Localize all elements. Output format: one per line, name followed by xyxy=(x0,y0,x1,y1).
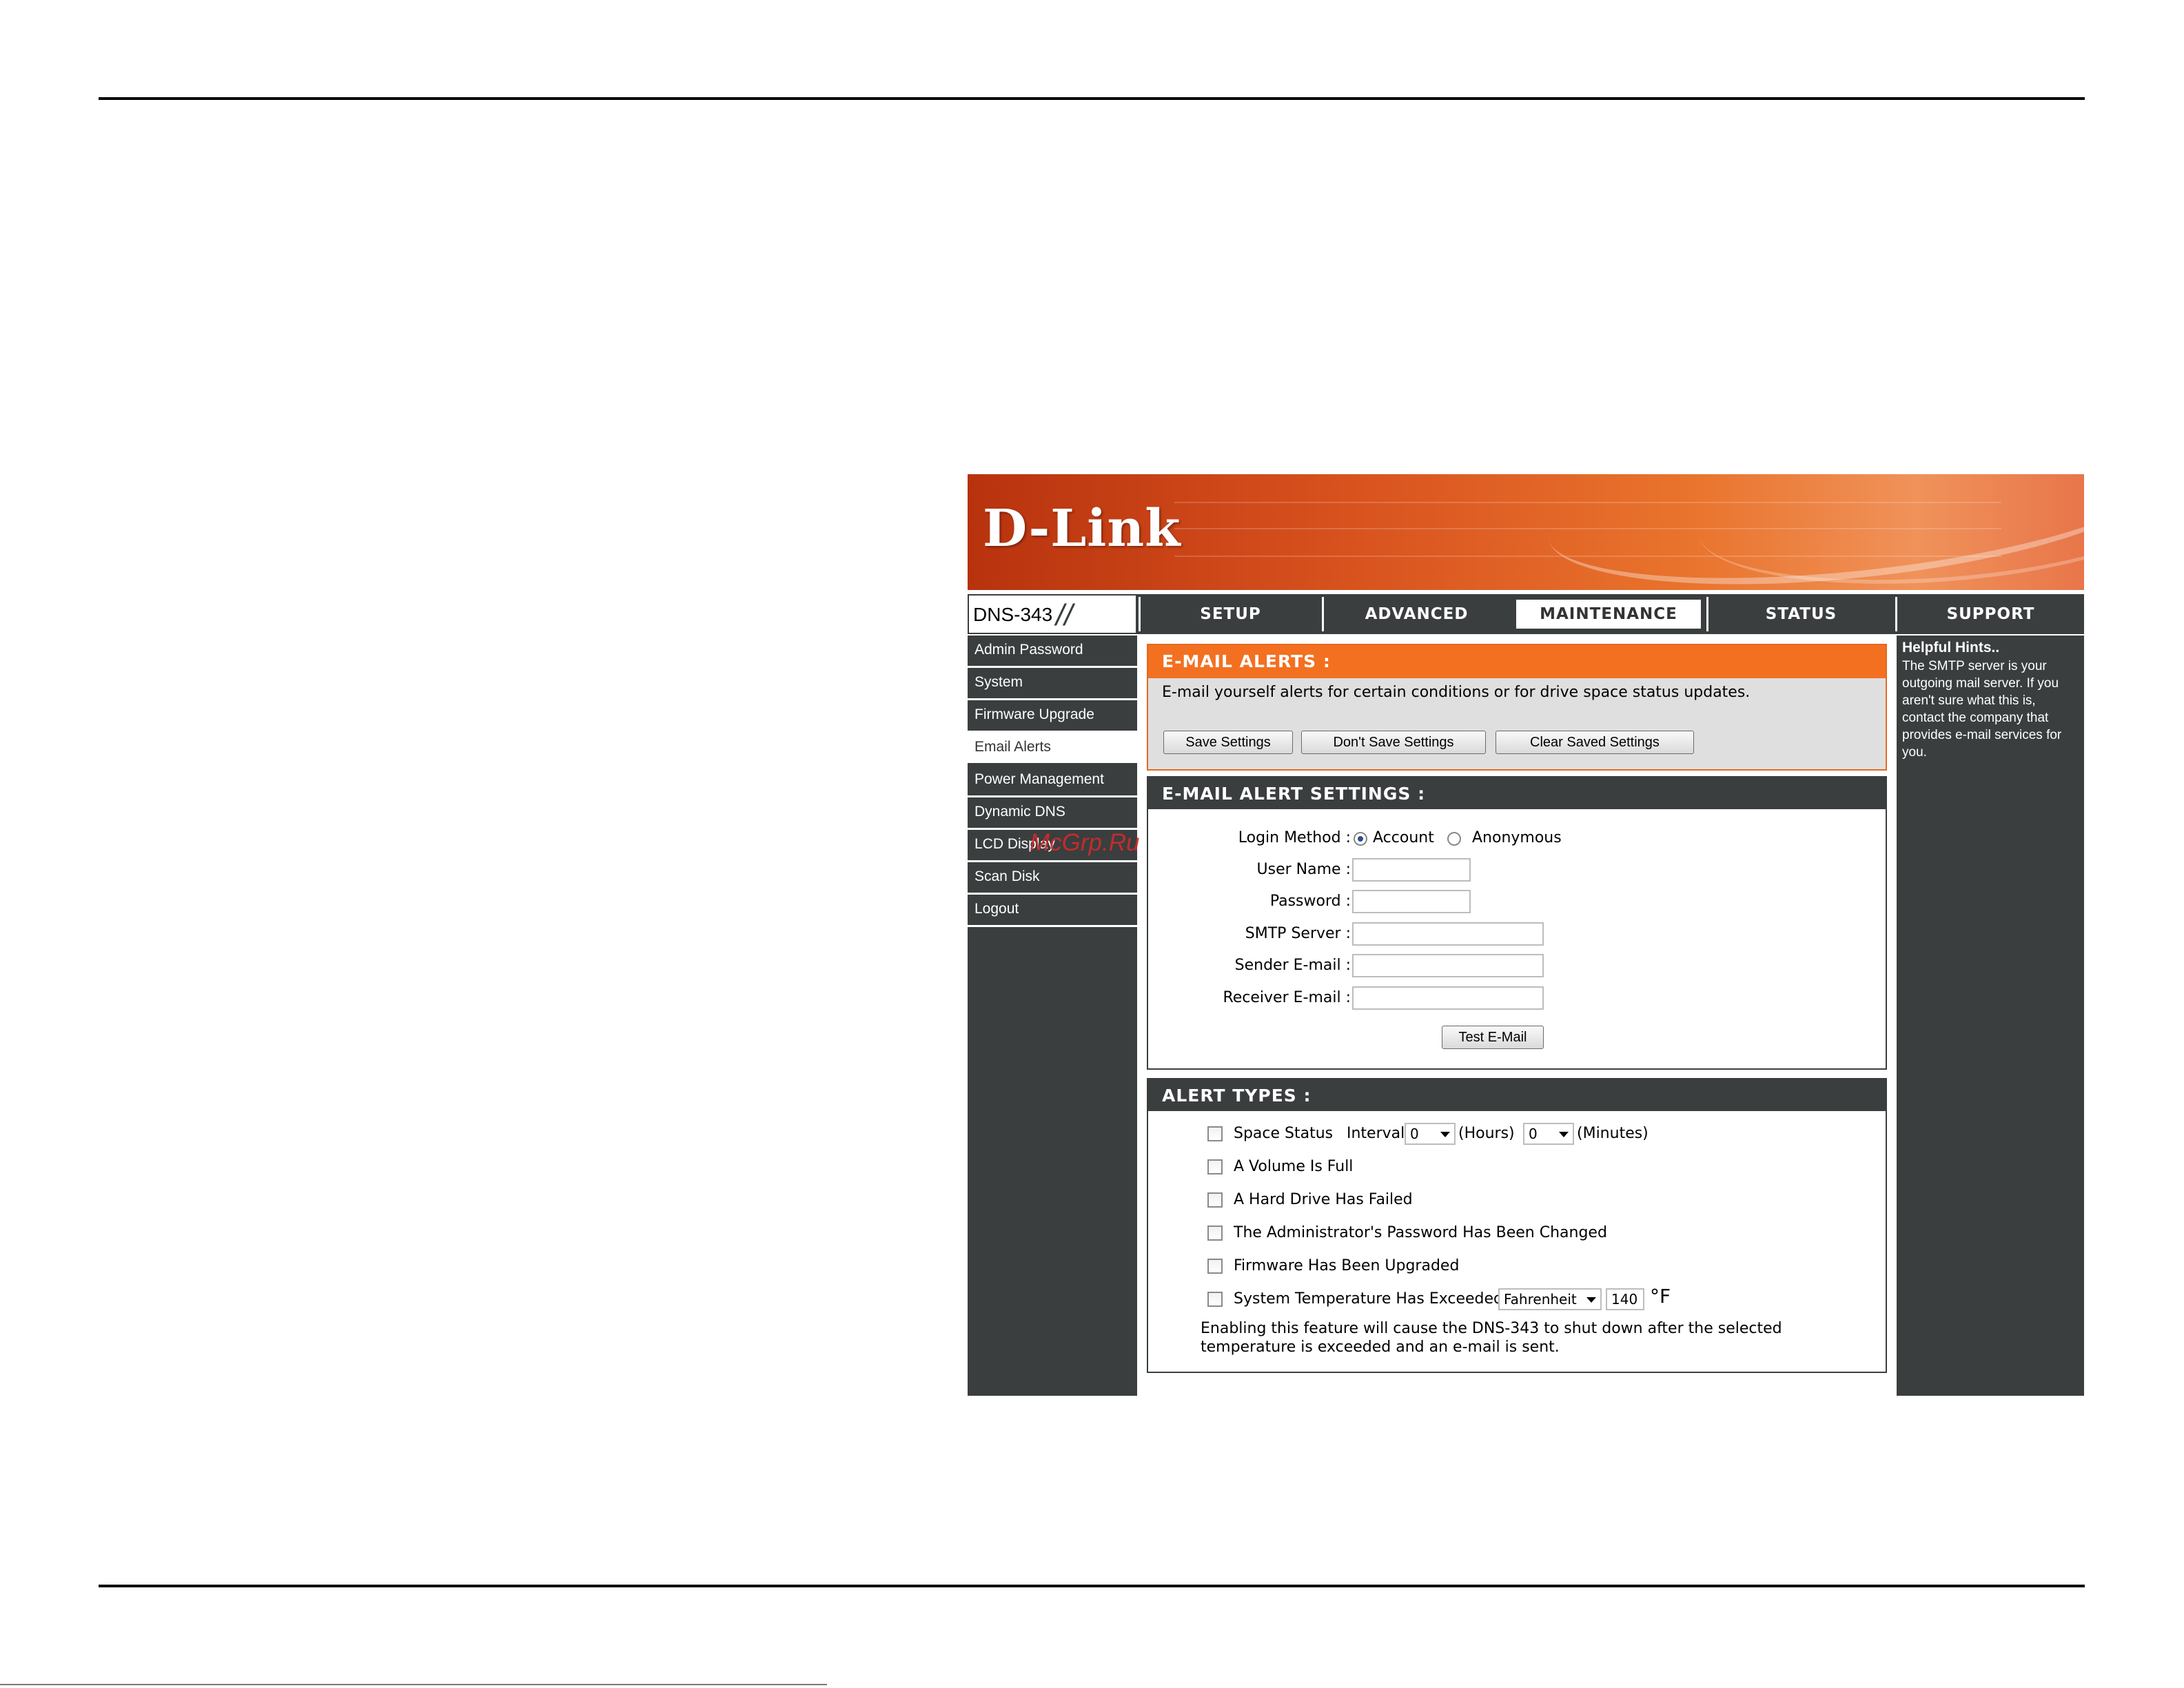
tab-setup[interactable]: SETUP xyxy=(1139,597,1320,631)
drive-failed-checkbox[interactable] xyxy=(1207,1192,1223,1208)
slash-decoration: // xyxy=(1056,598,1073,632)
tab-maintenance[interactable]: MAINTENANCE xyxy=(1513,597,1704,631)
chevron-down-icon xyxy=(1586,1297,1596,1303)
sidebar-item-admin-password[interactable]: Admin Password xyxy=(968,635,1137,668)
hours-value: 0 xyxy=(1410,1126,1419,1142)
panel-title: E-MAIL ALERT SETTINGS : xyxy=(1162,784,1426,804)
sidebar-item-firmware-upgrade[interactable]: Firmware Upgrade xyxy=(968,700,1137,733)
firmware-upgraded-checkbox[interactable] xyxy=(1207,1259,1223,1274)
panel-title: E-MAIL ALERTS : xyxy=(1162,651,1331,671)
receiver-email-row: Receiver E-mail : xyxy=(1148,984,1886,1012)
sidebar-item-system[interactable]: System xyxy=(968,668,1137,700)
interval-label: Interval: xyxy=(1347,1125,1410,1142)
temperature-note: Enabling this feature will cause the DNS… xyxy=(1201,1320,1782,1356)
drive-failed-label: A Hard Drive Has Failed xyxy=(1234,1191,1413,1208)
password-input[interactable] xyxy=(1352,890,1471,913)
minutes-value: 0 xyxy=(1529,1126,1538,1142)
temperature-unit-label: °F xyxy=(1650,1285,1671,1308)
test-email-button[interactable]: Test E-Mail xyxy=(1442,1026,1544,1049)
space-status-checkbox[interactable] xyxy=(1207,1126,1223,1141)
minutes-label: (Minutes) xyxy=(1577,1125,1649,1142)
tab-support[interactable]: SUPPORT xyxy=(1895,597,2084,631)
account-radio[interactable] xyxy=(1354,832,1367,846)
account-radio-label: Account xyxy=(1373,829,1434,846)
chevron-down-icon xyxy=(1559,1132,1569,1137)
volume-full-label: A Volume Is Full xyxy=(1234,1158,1354,1175)
save-settings-button[interactable]: Save Settings xyxy=(1163,731,1293,754)
sidebar-item-email-alerts[interactable]: Email Alerts xyxy=(968,733,1137,765)
user-name-row: User Name : xyxy=(1148,856,1886,884)
temperature-checkbox[interactable] xyxy=(1207,1292,1223,1307)
user-name-input[interactable] xyxy=(1352,858,1471,882)
user-name-label: User Name : xyxy=(1256,861,1351,878)
sidebar: Admin Password System Firmware Upgrade E… xyxy=(968,635,1137,1396)
sender-email-row: Sender E-mail : xyxy=(1148,952,1886,979)
tab-advanced[interactable]: ADVANCED xyxy=(1322,597,1509,631)
password-row: Password : xyxy=(1148,888,1886,915)
watermark: McGrp.Ru xyxy=(1030,829,1140,856)
receiver-email-label: Receiver E-mail : xyxy=(1223,989,1351,1006)
dlink-banner: D-Link xyxy=(968,474,2084,590)
login-method-label: Login Method : xyxy=(1238,829,1351,846)
tab-status[interactable]: STATUS xyxy=(1706,597,1894,631)
anonymous-radio[interactable] xyxy=(1447,832,1461,846)
top-navigation: DNS-343 // SETUP ADVANCED MAINTENANCE ST… xyxy=(968,594,2084,634)
sidebar-item-power-management[interactable]: Power Management xyxy=(968,765,1137,797)
email-alerts-panel: E-MAIL ALERTS : E-mail yourself alerts f… xyxy=(1147,644,1887,771)
model-label: DNS-343 // xyxy=(968,594,1137,634)
dlink-logo: D-Link xyxy=(983,499,1181,558)
anonymous-radio-label: Anonymous xyxy=(1472,829,1562,846)
clear-saved-settings-button[interactable]: Clear Saved Settings xyxy=(1496,731,1694,754)
bottom-rule xyxy=(99,1585,2085,1587)
panel-description: E-mail yourself alerts for certain condi… xyxy=(1162,684,1751,701)
model-name: DNS-343 xyxy=(973,604,1053,625)
minutes-select[interactable]: 0 xyxy=(1523,1123,1574,1145)
page-edge-line xyxy=(0,1684,827,1685)
hints-text: The SMTP server is your outgoing mail se… xyxy=(1902,659,2062,760)
hours-label: (Hours) xyxy=(1458,1125,1515,1142)
panel-title: ALERT TYPES : xyxy=(1162,1086,1312,1106)
password-label: Password : xyxy=(1269,893,1351,910)
temperature-unit-select[interactable]: Fahrenheit xyxy=(1498,1288,1602,1310)
smtp-server-label: SMTP Server : xyxy=(1245,925,1351,942)
receiver-email-input[interactable] xyxy=(1352,986,1544,1010)
volume-full-checkbox[interactable] xyxy=(1207,1159,1223,1175)
nas-admin-window: D-Link DNS-343 // SETUP ADVANCED MAINTEN… xyxy=(968,474,2084,1396)
firmware-upgraded-label: Firmware Has Been Upgraded xyxy=(1234,1257,1460,1274)
chevron-down-icon xyxy=(1440,1132,1450,1137)
sidebar-item-scan-disk[interactable]: Scan Disk xyxy=(968,862,1137,895)
password-changed-checkbox[interactable] xyxy=(1207,1226,1223,1241)
temperature-unit-value: Fahrenheit xyxy=(1504,1291,1577,1308)
sender-email-label: Sender E-mail : xyxy=(1234,957,1351,974)
password-changed-label: The Administrator's Password Has Been Ch… xyxy=(1234,1224,1607,1241)
login-method-row: Login Method : Account Anonymous xyxy=(1148,824,1886,852)
top-rule xyxy=(99,97,2085,100)
hours-select[interactable]: 0 xyxy=(1405,1123,1456,1145)
space-status-label: Space Status xyxy=(1234,1125,1334,1142)
sender-email-input[interactable] xyxy=(1352,954,1544,977)
temperature-value-input[interactable]: 140 xyxy=(1606,1288,1644,1310)
temperature-label: System Temperature Has Exceeded xyxy=(1234,1290,1504,1308)
hints-title: Helpful Hints.. xyxy=(1902,640,2000,655)
email-alert-settings-panel: E-MAIL ALERT SETTINGS : Login Method : A… xyxy=(1147,776,1887,1070)
sidebar-item-logout[interactable]: Logout xyxy=(968,895,1137,927)
helpful-hints-panel: Helpful Hints.. The SMTP server is your … xyxy=(1897,635,2084,1396)
sidebar-item-dynamic-dns[interactable]: Dynamic DNS xyxy=(968,797,1137,830)
dont-save-settings-button[interactable]: Don't Save Settings xyxy=(1301,731,1486,754)
smtp-server-row: SMTP Server : xyxy=(1148,920,1886,948)
smtp-server-input[interactable] xyxy=(1352,922,1544,946)
alert-types-panel: ALERT TYPES : Space Status Interval: 0 (… xyxy=(1147,1078,1887,1373)
